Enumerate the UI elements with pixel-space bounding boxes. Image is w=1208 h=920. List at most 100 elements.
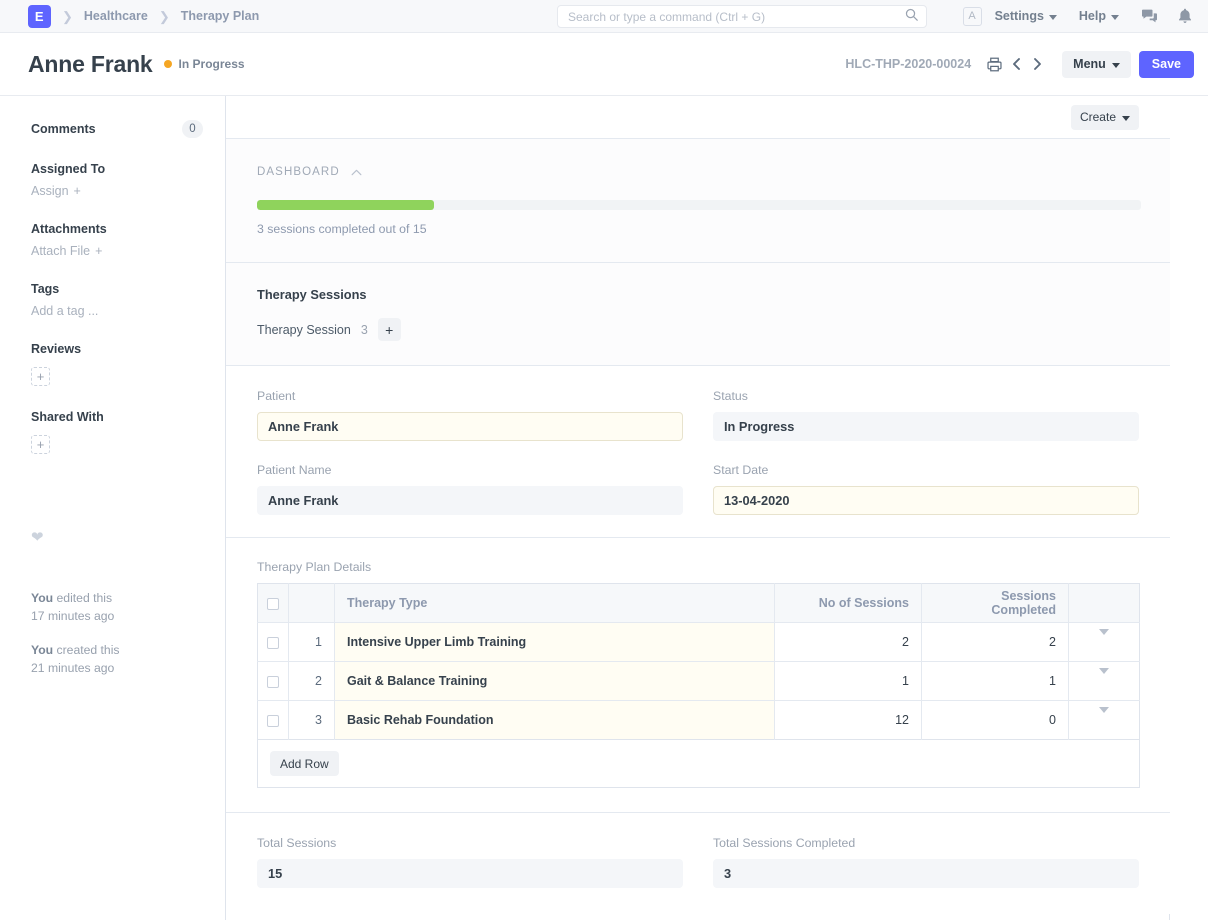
save-button[interactable]: Save xyxy=(1139,51,1194,78)
timeline-action: created this xyxy=(53,643,119,657)
table-row[interactable]: 2 Gait & Balance Training 1 1 xyxy=(258,662,1140,701)
row-checkbox[interactable] xyxy=(267,637,279,649)
chevron-down-icon xyxy=(1049,15,1057,20)
column-header-therapy-type[interactable]: Therapy Type xyxy=(335,584,775,623)
print-icon[interactable] xyxy=(987,57,1002,72)
status-input[interactable]: In Progress xyxy=(713,412,1139,441)
add-therapy-session-button[interactable]: + xyxy=(378,318,401,341)
cell-sessions-completed[interactable]: 0 xyxy=(922,701,1069,740)
form-main: Create DASHBOARD xyxy=(225,96,1170,920)
totals-section: Total Sessions 15 Total Sessions Complet… xyxy=(226,813,1171,914)
cell-no-of-sessions[interactable]: 12 xyxy=(775,701,922,740)
page-body: Comments 0 Assigned To Assign + Attachme… xyxy=(0,96,1208,920)
search-icon[interactable] xyxy=(905,8,918,26)
cell-therapy-type[interactable]: Gait & Balance Training xyxy=(335,662,775,701)
therapy-sessions-title: Therapy Sessions xyxy=(257,287,1140,302)
table-row[interactable]: 1 Intensive Upper Limb Training 2 2 xyxy=(258,623,1140,662)
chevron-up-icon[interactable] xyxy=(351,169,362,176)
menu-button-label: Menu xyxy=(1073,57,1106,71)
menu-button[interactable]: Menu xyxy=(1062,51,1131,78)
progress-bar xyxy=(257,200,1141,210)
table-row[interactable]: 3 Basic Rehab Foundation 12 0 xyxy=(258,701,1140,740)
timeline-actor: You xyxy=(31,591,53,605)
create-button[interactable]: Create xyxy=(1071,105,1139,130)
sidebar-section-tags: Tags Add a tag ... xyxy=(31,282,203,318)
add-row-button[interactable]: Add Row xyxy=(270,751,339,776)
column-header-sessions-completed[interactable]: Sessions Completed xyxy=(922,584,1069,623)
cell-therapy-type[interactable]: Intensive Upper Limb Training xyxy=(335,623,775,662)
attach-file-button[interactable]: Attach File + xyxy=(31,244,203,258)
field-patient-name: Patient Name Anne Frank xyxy=(257,463,683,515)
select-all-checkbox[interactable] xyxy=(267,598,279,610)
chevron-down-icon[interactable] xyxy=(1099,707,1109,727)
start-date-input[interactable]: 13-04-2020 xyxy=(713,486,1139,515)
top-navbar: E ❯ Healthcare ❯ Therapy Plan A Settings… xyxy=(0,0,1208,33)
nav-settings-label: Settings xyxy=(995,9,1044,23)
timeline-time: 17 minutes ago xyxy=(31,609,114,623)
add-share-button[interactable]: + xyxy=(31,435,50,454)
status-field-label: Status xyxy=(713,389,1139,403)
cell-therapy-type[interactable]: Basic Rehab Foundation xyxy=(335,701,775,740)
page-header-actions: HLC-THP-2020-00024 Menu Save xyxy=(845,51,1194,78)
cell-no-of-sessions[interactable]: 1 xyxy=(775,662,922,701)
plus-icon: + xyxy=(37,438,45,451)
row-select-cell[interactable] xyxy=(258,623,289,662)
patient-name-input[interactable]: Anne Frank xyxy=(257,486,683,515)
nav-settings[interactable]: Settings xyxy=(995,9,1057,23)
timeline-actor: You xyxy=(31,643,53,657)
document-id: HLC-THP-2020-00024 xyxy=(845,57,971,71)
like-heart-icon[interactable]: ❤ xyxy=(31,528,203,546)
dashboard-section-header[interactable]: DASHBOARD xyxy=(257,166,1140,178)
cell-no-of-sessions[interactable]: 2 xyxy=(775,623,922,662)
add-row-container: Add Row xyxy=(257,740,1140,788)
attachments-label: Attachments xyxy=(31,222,203,236)
tags-label: Tags xyxy=(31,282,203,296)
row-expand-cell[interactable] xyxy=(1069,623,1140,662)
avatar[interactable]: A xyxy=(963,7,982,26)
breadcrumb-item-therapy-plan[interactable]: Therapy Plan xyxy=(181,9,260,23)
assign-button[interactable]: Assign + xyxy=(31,184,203,198)
next-document-icon[interactable] xyxy=(1027,57,1048,71)
assigned-to-label: Assigned To xyxy=(31,162,203,176)
attach-file-label: Attach File xyxy=(31,244,90,258)
therapy-session-link[interactable]: Therapy Session xyxy=(257,323,351,337)
select-all-header[interactable] xyxy=(258,584,289,623)
total-sessions-label: Total Sessions xyxy=(257,836,683,850)
add-review-button[interactable]: + xyxy=(31,367,50,386)
cell-sessions-completed[interactable]: 2 xyxy=(922,623,1069,662)
chat-icon[interactable] xyxy=(1141,9,1158,24)
shared-with-label: Shared With xyxy=(31,410,203,424)
row-checkbox[interactable] xyxy=(267,715,279,727)
therapy-sessions-section: Therapy Sessions Therapy Session 3 + xyxy=(226,263,1171,366)
row-checkbox[interactable] xyxy=(267,676,279,688)
plus-icon: + xyxy=(74,184,81,198)
app-logo-icon[interactable]: E xyxy=(28,5,51,28)
add-tag-input[interactable]: Add a tag ... xyxy=(31,304,203,318)
notification-bell-icon[interactable] xyxy=(1178,8,1192,24)
search-input[interactable] xyxy=(568,10,905,24)
row-select-cell[interactable] xyxy=(258,662,289,701)
chevron-down-icon xyxy=(1122,116,1130,121)
patient-input[interactable]: Anne Frank xyxy=(257,412,683,441)
row-expand-cell[interactable] xyxy=(1069,662,1140,701)
navbar-right: A Settings Help xyxy=(963,7,1194,26)
chevron-down-icon[interactable] xyxy=(1099,629,1109,649)
row-select-cell[interactable] xyxy=(258,701,289,740)
breadcrumb-item-healthcare[interactable]: Healthcare xyxy=(84,9,148,23)
column-header-actions xyxy=(1069,584,1140,623)
progress-text: 3 sessions completed out of 15 xyxy=(257,222,1140,236)
timeline-action: edited this xyxy=(53,591,112,605)
previous-document-icon[interactable] xyxy=(1006,57,1027,71)
sidebar-section-shared-with: Shared With + xyxy=(31,410,203,454)
row-expand-cell[interactable] xyxy=(1069,701,1140,740)
cell-sessions-completed[interactable]: 1 xyxy=(922,662,1069,701)
nav-help[interactable]: Help xyxy=(1079,9,1119,23)
timeline-time: 21 minutes ago xyxy=(31,661,114,675)
chevron-down-icon[interactable] xyxy=(1099,668,1109,688)
column-header-no-of-sessions[interactable]: No of Sessions xyxy=(775,584,922,623)
chevron-down-icon xyxy=(1112,63,1120,68)
sidebar-section-comments[interactable]: Comments 0 xyxy=(31,120,203,138)
row-index: 1 xyxy=(289,623,335,662)
global-search[interactable] xyxy=(557,5,927,28)
patient-name-field-label: Patient Name xyxy=(257,463,683,477)
